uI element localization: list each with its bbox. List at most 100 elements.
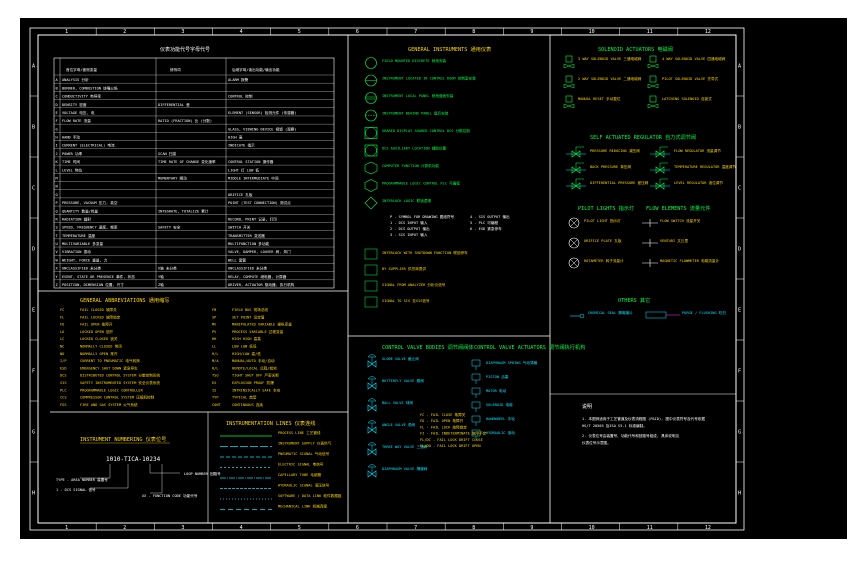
cv-act-label: SOLENOID 电磁 <box>486 402 513 407</box>
inner-frame <box>37 34 737 524</box>
column-number-top: 4 <box>240 29 243 35</box>
solenoid-icon <box>649 55 657 63</box>
abbrev-key: FGS <box>60 403 67 407</box>
abbrev-value: MANUAL/AUTO 手动/自动 <box>232 358 275 363</box>
table-row-letter: T <box>56 234 59 238</box>
column-number-top: 7 <box>414 29 417 35</box>
abbrev-value: FAIL CLOSED 故障关 <box>80 307 117 312</box>
abbrev-value: TYPICAL 典型 <box>232 395 257 400</box>
gen-instr-title: GENERAL INSTRUMENTS 通用仪表 <box>408 45 492 53</box>
general-instruments-section: GENERAL INSTRUMENTS 通用仪表 FIELD MOUNTED D… <box>364 45 510 308</box>
flow-label: MAGNETIC FLOWMETER 电磁流量计 <box>660 258 719 263</box>
solenoid-icon <box>565 95 573 103</box>
abbrev-key: R/L <box>212 366 219 370</box>
line-type-label: PROCESS LINE 工艺管线 <box>278 430 321 435</box>
row-letter-right: A <box>738 64 741 70</box>
row-letter-right: E <box>738 308 741 314</box>
flow-label: FLOW SWITCH 流量开关 <box>660 218 701 223</box>
instrument-bubble-icon <box>365 92 377 104</box>
row-letter-left: B <box>32 125 35 131</box>
interlock-diamond-icon <box>364 196 378 210</box>
gen-instr-list: FIELD MOUNTED DISCRETE 就地安装 INSTRUMENT LO… <box>364 57 510 308</box>
abbrev-value: PROGRAMMABLE LOGIC CONTROLLER <box>80 388 144 392</box>
letter-code-table: 仪表功能代号字母代号 首位字母/被测变量 修饰词 后继字母/读出功能/输出功能 … <box>53 46 335 289</box>
table-row-modifier: SAFETY 安全 <box>158 225 181 230</box>
column-number-bottom: 1 <box>65 525 68 531</box>
table-header-2: 修饰词 <box>170 67 181 72</box>
table-row-measured: LEVEL 物位 <box>62 167 83 172</box>
table-row-measured: POWER 功率 <box>62 151 83 156</box>
numbering-label-2: LOOP NUMBER 回路号 <box>184 471 221 476</box>
table-row-modifier: X轴 未分类 <box>158 266 177 271</box>
column-number-bottom: 3 <box>181 525 184 531</box>
table-row-measured: RADIATION 辐射 <box>62 216 91 221</box>
computer-function-icon <box>364 161 378 175</box>
solenoid-label: 2 WAY SOLENOID VALVE 二通电磁阀 <box>578 76 642 81</box>
actuator-icon <box>471 373 481 381</box>
table-title: 仪表功能代号字母代号 <box>160 46 210 53</box>
table-row-modifier: TIME RATE OF CHANGE 变化速率 <box>158 159 216 164</box>
abbrev-key: LC <box>60 337 64 341</box>
regulator-section: SELF ACTUATED REGULATOR 自力式调节阀 PRESSURE … <box>566 133 736 190</box>
cad-viewport[interactable]: 1 1 2 2 3 3 4 4 5 5 6 6 7 7 8 8 9 9 10 10 11 11 12 12 AABBCCDDE… <box>20 18 847 539</box>
table-row-function: LIGHT 灯 LOW 低 <box>228 167 259 172</box>
table-row-measured: VOLTAGE 电压, 电 <box>62 110 95 115</box>
abbrev-key: TYP <box>212 396 219 400</box>
abbrev-key: EX <box>212 381 217 385</box>
row-letter-left: E <box>32 308 35 314</box>
abbrev-value: SET POINT 设定值 <box>232 314 265 319</box>
solenoid-section: SOLENOID ACTUATORS 电磁阀 3 WAY SOLENOID VA… <box>563 45 726 109</box>
table-row-modifier: Y轴 <box>158 274 164 279</box>
table-row-letter: S <box>56 226 58 230</box>
column-number-bottom: 12 <box>705 525 711 531</box>
actuator-icon <box>471 387 481 395</box>
table-row-measured: SPEED, FREQUENCY 速度, 频率 <box>62 225 118 230</box>
table-row-measured: EVENT, STATE OR PRESENCE 事件, 状态 <box>62 274 135 279</box>
table-row-modifier: RATIO (FRACTION) 比 (分数) <box>158 118 212 123</box>
table-row-letter: F <box>56 119 58 123</box>
line-type-label: INSTRUMENT SUPPLY 仪表供气 <box>278 441 332 446</box>
gen-instr-label: INSTRUMENT LOCAL PANEL 就地盘面安装 <box>382 93 454 98</box>
table-row-letter: H <box>56 136 58 140</box>
table-row-function: ORIFICE 孔板 <box>228 192 253 197</box>
table-row-function: WELL 套管 <box>228 257 246 262</box>
instrument-numbering-section: INSTRUMENT NUMBERING 仪表位号 1010-TICA-1023… <box>56 435 221 498</box>
cv-legend-line: FI - FAIL INDETERMINATE 故障不定 <box>420 431 487 436</box>
abbrev-value: SAFETY INSTRUMENTED SYSTEM 安全仪表系统 <box>80 380 160 385</box>
column-number-bottom: 7 <box>414 525 417 531</box>
abbrev-key: FL <box>60 315 64 319</box>
abbrev-value: TIGHT SHUT OFF 严密关断 <box>232 373 279 378</box>
table-row-function: TRANSMITTER 变送器 <box>228 233 265 238</box>
table-row-letter: O <box>56 193 58 197</box>
table-header-3: 后继字母/读出功能/输出功能 <box>232 67 280 72</box>
abbrev-value: LOCKED OPEN 锁开 <box>80 329 114 334</box>
abbrev-value: INTRINSICALLY SAFE 本安 <box>232 387 281 392</box>
abbrev-value: FAIL OPEN 故障开 <box>80 322 113 327</box>
abbrev-key: IS <box>212 388 216 392</box>
abbrev-key: LL <box>212 345 216 349</box>
abbrev-key: ESD <box>60 366 67 370</box>
line-type-label: CAPILLARY TUBE 毛细管 <box>278 472 322 477</box>
cv-act-label: MOTOR 电动 <box>486 388 507 393</box>
abbrev-key: HH <box>212 337 216 341</box>
row-letter-right: B <box>738 125 741 131</box>
table-row-letter: Z <box>56 283 59 287</box>
cv-act-label: PISTON 活塞 <box>486 374 509 379</box>
abbrev-value: NORMALLY OPEN 常开 <box>80 351 118 356</box>
table-row-measured: WEIGHT, FORCE 重量, 力 <box>62 257 108 262</box>
pilot-flow-section: PILOT LIGHTS 指示灯 FLOW ELEMENTS 流量元件 PILO… <box>568 204 719 269</box>
table-row-function: HIGH 高 <box>228 135 243 140</box>
column-number-bottom: 10 <box>589 525 595 531</box>
column-number-top: 9 <box>530 29 533 35</box>
signal-box-icon <box>364 280 378 292</box>
numbering-label-3: 1 - DCS SIGNAL 信号 <box>56 487 96 492</box>
abbrev-value: HIGH HIGH 高高 <box>232 336 261 341</box>
table-row-letter: J <box>56 152 58 156</box>
abbrev-value: REMOTE/LOCAL 远程/就地 <box>232 365 277 370</box>
table-row-function: ELEMENT (SENSOR) 检测元件 (传感器) <box>228 110 296 115</box>
table-row-letter: X <box>56 267 59 271</box>
table-row-function: POINT (TEST CONNECTION) 测试点 <box>228 200 291 205</box>
abbrev-key: CONT <box>212 403 221 407</box>
regulator-label: BACK PRESSURE 背压阀 <box>590 164 631 169</box>
gen-instr-label: INSTRUMENT LOCATED IN CONTROL ROOM 控制室安装 <box>382 76 476 81</box>
